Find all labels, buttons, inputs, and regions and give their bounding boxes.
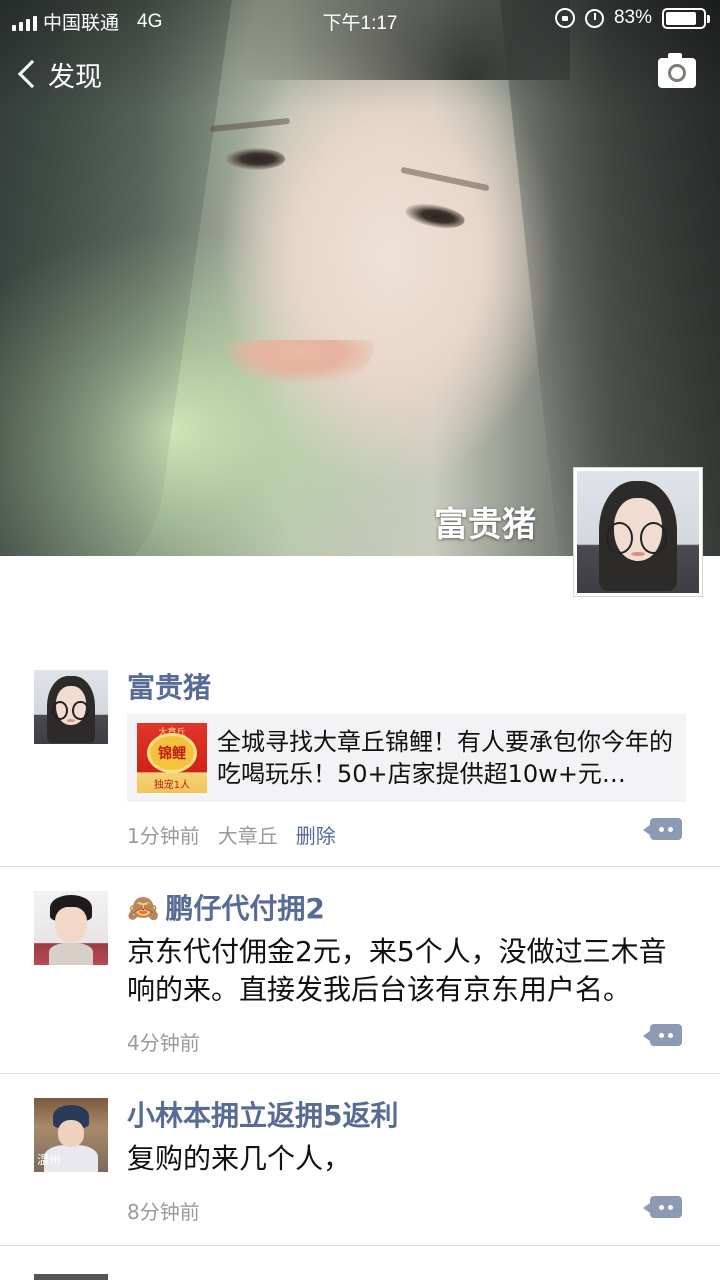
feed-post: 富贵猪 大章丘 锦鲤 独宠1人 全城寻找大章丘锦鲤！有人要承包你今年的吃喝玩乐！… <box>0 646 720 867</box>
post-location[interactable]: 大章丘 <box>218 820 278 849</box>
post-meta: 1分钟前 大章丘 删除 <box>127 814 686 854</box>
status-right: 83% <box>554 7 710 29</box>
link-thumbnail: 大章丘 锦鲤 独宠1人 <box>137 723 207 793</box>
post-author[interactable]: 富贵猪 <box>127 668 686 708</box>
back-label: 发现 <box>48 61 102 93</box>
profile-avatar[interactable] <box>573 467 703 597</box>
post-text: 京东代付佣金2元，来5个人，没做过三木音响的来。直接发我后台该有京东用户名。 <box>127 935 667 1006</box>
comment-icon[interactable] <box>643 1196 682 1218</box>
camera-lens <box>668 64 686 82</box>
cover-brow-left <box>209 117 291 133</box>
thumb-main-text: 锦鲤 <box>158 746 186 762</box>
post-author-name: 富贵猪 <box>127 671 212 704</box>
avatar-tag: 温州 <box>36 1153 61 1168</box>
cover-mouth <box>225 340 375 382</box>
cover-brow-right <box>400 166 490 192</box>
back-button[interactable]: 发现 <box>14 52 102 96</box>
camera-icon[interactable] <box>658 53 696 88</box>
post-avatar[interactable] <box>34 1274 108 1280</box>
comment-icon[interactable] <box>643 818 682 840</box>
battery-fill <box>666 11 696 25</box>
post-meta: 8分钟前 <box>127 1190 686 1230</box>
post-author-name: 鹏仔代付拥2 <box>165 892 325 925</box>
post-body: 小林本拥立返拥5返利 复购的来几个人， 8分钟前 <box>127 1074 720 1230</box>
profile-name: 富贵猪 <box>434 505 536 545</box>
battery-percent: 83% <box>613 7 652 28</box>
post-time: 8分钟前 <box>127 1199 200 1224</box>
post-avatar[interactable]: 温州 <box>34 1098 108 1172</box>
post-author-name: 小林本拥立返拥5返利 <box>127 1099 399 1132</box>
chevron-left-icon <box>17 59 47 89</box>
alarm-icon <box>584 8 604 28</box>
post-time: 1分钟前 <box>127 823 200 848</box>
status-bar: 中国联通 4G 下午1:17 83% <box>0 0 720 40</box>
cover-eye-left <box>225 148 285 170</box>
avatar-image <box>34 891 108 965</box>
feed-post: 温州 小林本拥立返拥5返利 复购的来几个人， 8分钟前 <box>0 1074 720 1246</box>
battery-icon <box>662 7 710 29</box>
post-body: 🙈 鹏仔代付拥2 京东代付佣金2元，来5个人，没做过三木音响的来。直接发我后台该… <box>127 867 720 1061</box>
post-text: 复购的来几个人， <box>127 1142 352 1175</box>
avatar-image <box>577 471 699 593</box>
link-title: 全城寻找大章丘锦鲤！有人要承包你今年的吃喝玩乐！50+店家提供超10w+元… <box>217 728 673 788</box>
feed-post-partial <box>0 1246 720 1280</box>
avatar-image <box>34 670 108 744</box>
comment-icon[interactable] <box>643 1024 682 1046</box>
thumb-bottom-text: 独宠1人 <box>153 780 191 791</box>
post-time: 4分钟前 <box>127 1030 200 1055</box>
link-card[interactable]: 大章丘 锦鲤 独宠1人 全城寻找大章丘锦鲤！有人要承包你今年的吃喝玩乐！50+店… <box>127 714 686 802</box>
moments-feed: 富贵猪 大章丘 锦鲤 独宠1人 全城寻找大章丘锦鲤！有人要承包你今年的吃喝玩乐！… <box>0 646 720 1280</box>
post-meta: 4分钟前 <box>127 1021 686 1061</box>
rotation-lock-icon <box>554 8 575 28</box>
delete-link[interactable]: 删除 <box>296 820 336 849</box>
post-body: 富贵猪 大章丘 锦鲤 独宠1人 全城寻找大章丘锦鲤！有人要承包你今年的吃喝玩乐！… <box>127 646 720 854</box>
feed-post: 🙈 鹏仔代付拥2 京东代付佣金2元，来5个人，没做过三木音响的来。直接发我后台该… <box>0 867 720 1074</box>
post-author[interactable]: 小林本拥立返拥5返利 <box>127 1096 686 1136</box>
post-author[interactable]: 🙈 鹏仔代付拥2 <box>127 889 686 929</box>
avatar-image: 温州 <box>34 1098 108 1172</box>
post-avatar[interactable] <box>34 670 108 744</box>
cover-eye-right <box>403 199 467 233</box>
monkey-emoji-icon: 🙈 <box>127 894 160 924</box>
post-avatar[interactable] <box>34 891 108 965</box>
